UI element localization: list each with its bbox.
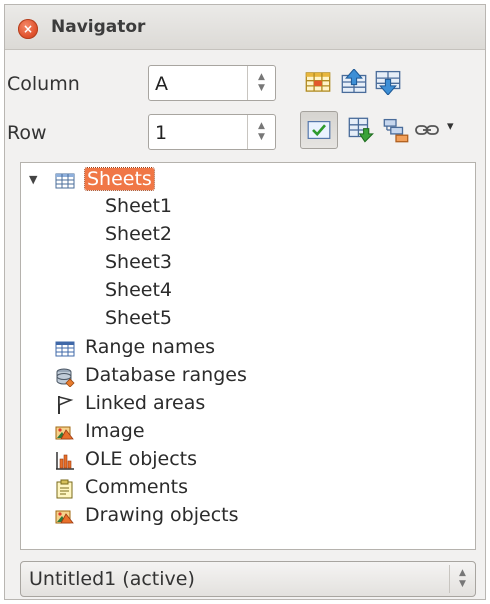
tree-item-sheet[interactable]: Sheet3 [105, 251, 172, 279]
navigator-window: × Navigator Column A ▲ ▼ Row 1 ▲ ▼ ▾ ▼ S… [4, 4, 486, 600]
comments-icon [56, 479, 73, 499]
window-title: Navigator [51, 17, 146, 37]
start-icon[interactable] [341, 69, 367, 95]
end-icon[interactable] [375, 69, 401, 95]
drag-mode-dropdown-arrow[interactable]: ▾ [447, 119, 454, 134]
title-bar[interactable]: × Navigator [5, 5, 485, 50]
sheet-label: Sheet3 [105, 251, 173, 273]
document-select[interactable]: Untitled1 (active) ▲ ▼ [20, 561, 476, 597]
category-label: Range names [85, 336, 216, 358]
column-value[interactable]: A [155, 73, 168, 95]
row-spinbox[interactable]: 1 ▲ ▼ [148, 114, 276, 150]
category-label: Linked areas [85, 392, 206, 414]
row-label: Row [7, 122, 47, 144]
navigator-tree[interactable]: ▼ Sheets Sheet1 Sheet2 Sheet3 Sheet4 She… [20, 162, 476, 550]
drawing-objects-icon [55, 510, 74, 524]
range-names-icon [55, 341, 75, 357]
sheet-label: Sheet2 [105, 223, 173, 245]
column-spin-arrows[interactable]: ▲ ▼ [247, 66, 275, 100]
column-spinbox[interactable]: A ▲ ▼ [148, 65, 276, 101]
close-button[interactable]: × [18, 19, 38, 39]
scenarios-icon[interactable] [348, 117, 374, 143]
image-icon [55, 426, 74, 440]
linked-areas-icon [58, 396, 74, 414]
drag-mode-icon[interactable] [383, 117, 409, 143]
category-label: Database ranges [85, 364, 247, 386]
sheet-label: Sheet5 [105, 307, 173, 329]
sheet-label: Sheet4 [105, 279, 173, 301]
category-label: OLE objects [85, 448, 198, 470]
column-label: Column [7, 73, 80, 95]
tree-item-sheet[interactable]: Sheet5 [105, 307, 172, 335]
tree-item-sheet[interactable]: Sheet4 [105, 279, 172, 307]
tree-item-sheet[interactable]: Sheet1 [105, 195, 172, 223]
category-label: Drawing objects [85, 504, 239, 526]
sheet-label: Sheet1 [105, 195, 173, 217]
document-select-value: Untitled1 (active) [29, 568, 195, 590]
category-label: Image [85, 420, 145, 442]
tree-item-sheet[interactable]: Sheet2 [105, 223, 172, 251]
ole-objects-icon [56, 452, 74, 470]
insert-as-link-icon[interactable] [415, 120, 439, 140]
expand-triangle-icon[interactable]: ▼ [29, 173, 37, 186]
data-range-icon[interactable] [305, 69, 331, 95]
contents-toggle-button[interactable] [300, 111, 338, 149]
document-select-arrows[interactable]: ▲ ▼ [449, 565, 475, 593]
sheets-label: Sheets [84, 167, 155, 191]
row-spin-arrows[interactable]: ▲ ▼ [247, 115, 275, 149]
database-ranges-icon [56, 368, 75, 387]
category-label: Comments [85, 476, 188, 498]
sheets-table-icon [55, 173, 75, 189]
contents-toggle-icon [307, 121, 331, 139]
row-value[interactable]: 1 [155, 122, 167, 144]
